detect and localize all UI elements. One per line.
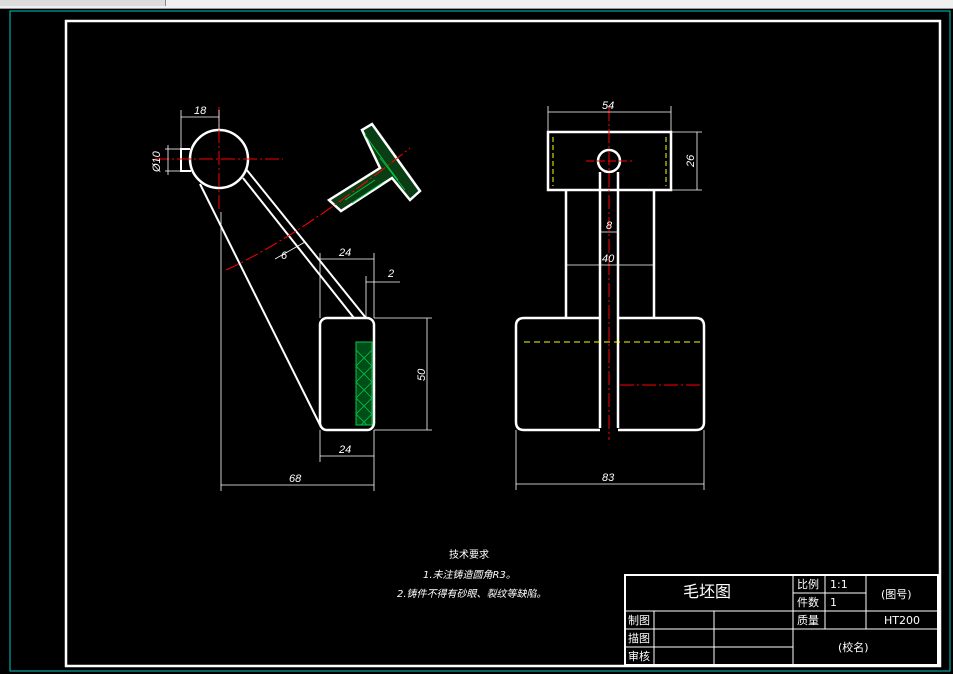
- foot-hatch: [355, 341, 373, 426]
- dim-8: 8: [606, 220, 613, 232]
- dim-18: 18: [194, 105, 207, 117]
- base-right: [618, 316, 706, 432]
- scale-label: 比例: [797, 577, 819, 591]
- notes-title: 技术要求: [449, 548, 489, 561]
- school-name: (校名): [838, 640, 869, 654]
- count-label: 件数: [797, 596, 819, 609]
- dim-40: 40: [602, 253, 615, 265]
- drawing-number: (图号): [881, 588, 912, 601]
- dim-68: 68: [289, 473, 302, 485]
- count-value: 1: [830, 596, 837, 609]
- dim-54: 54: [602, 100, 614, 112]
- dim-50: 50: [416, 368, 428, 381]
- notes-line-2: 2.铸件不得有砂眼、裂纹等缺陷。: [397, 588, 547, 600]
- dim-83: 83: [602, 472, 615, 484]
- left-view: [155, 107, 432, 491]
- dim-24-bottom: 24: [338, 444, 351, 456]
- scale-value: 1:1: [830, 578, 848, 591]
- material-value: HT200: [884, 614, 920, 627]
- checked-label: 审核: [628, 649, 650, 663]
- right-view: [514, 106, 706, 490]
- drawing-canvas: 18 Ø10 6 24 2 50 24 68 54 26 8 40 83 技术要…: [9, 10, 951, 672]
- material-label: 质量: [797, 614, 819, 627]
- notes-line-1: 1.未注铸造圆角R3。: [423, 569, 516, 581]
- traced-label: 描图: [628, 631, 650, 645]
- t-section: [326, 122, 422, 213]
- dim-24-top: 24: [338, 247, 351, 259]
- base-left: [514, 316, 600, 432]
- dim-26: 26: [685, 154, 697, 168]
- drawing-name: 毛坯图: [683, 582, 731, 601]
- dim-dia10: Ø10: [151, 150, 163, 173]
- dim-2: 2: [387, 268, 394, 280]
- drawn-label: 制图: [628, 614, 650, 627]
- dim-6: 6: [281, 250, 288, 262]
